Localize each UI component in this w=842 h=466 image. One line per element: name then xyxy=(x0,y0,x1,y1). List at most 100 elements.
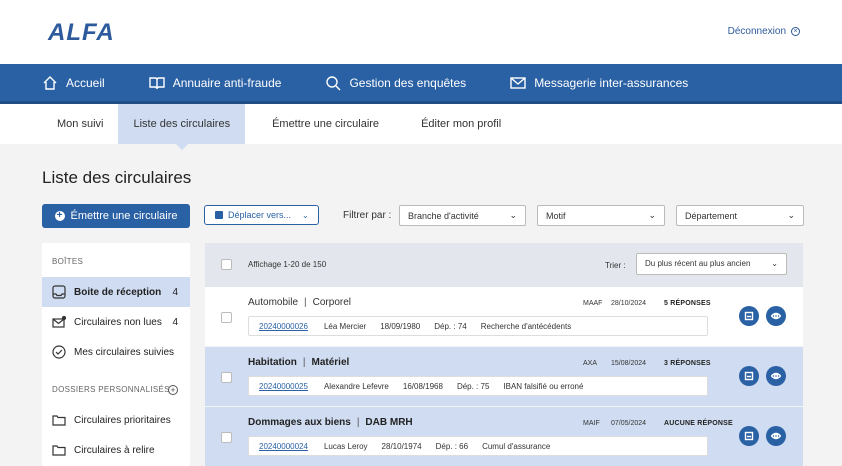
tab-editer-profil[interactable]: Éditer mon profil xyxy=(406,104,516,144)
view-button[interactable] xyxy=(766,366,786,386)
sidebar-item-inbox[interactable]: Boite de réception 4 xyxy=(42,277,190,307)
unread-mail-icon xyxy=(52,315,66,328)
archive-button[interactable] xyxy=(739,426,759,446)
row-subcategory: DAB MRH xyxy=(365,417,413,428)
chevron-down-icon: ⌄ xyxy=(648,210,656,220)
table-row[interactable]: Dommages aux biens | DAB MRH MAIF 07/05/202… xyxy=(205,407,803,466)
row-date: 07/05/2024 xyxy=(611,420,647,427)
header: ALFA Déconnexion × xyxy=(0,0,842,64)
nav-item-accueil[interactable]: Accueil xyxy=(42,75,105,91)
row-checkbox[interactable] xyxy=(221,312,232,323)
chevron-down-icon: ⌄ xyxy=(771,259,778,268)
archive-icon xyxy=(215,211,223,219)
table-row[interactable]: Habitation | Matériel AXA 15/08/2024 3 RÉPO… xyxy=(205,347,803,406)
archive-icon xyxy=(744,371,754,381)
book-icon xyxy=(148,76,165,89)
row-date: 15/08/2024 xyxy=(611,360,647,367)
eye-icon xyxy=(771,432,781,440)
tab-liste-circulaires[interactable]: Liste des circulaires xyxy=(118,104,246,150)
sort-value: Du plus récent au plus ancien xyxy=(645,259,751,268)
row-checkbox[interactable] xyxy=(221,372,232,383)
row-category: Dommages aux biens xyxy=(248,417,351,428)
filter-departement-select[interactable]: Département ⌄ xyxy=(676,205,804,226)
mail-icon xyxy=(510,76,526,89)
inbox-icon xyxy=(52,285,66,299)
alfa-logo[interactable]: ALFA xyxy=(48,19,115,47)
nav-item-enquetes[interactable]: Gestion des enquêtes xyxy=(325,75,466,91)
nav-item-annuaire[interactable]: Annuaire anti-fraude xyxy=(148,75,281,91)
row-responses: 5 RÉPONSES xyxy=(664,300,711,307)
row-responses: 3 RÉPONSES xyxy=(664,360,711,367)
tab-emettre-circulaire[interactable]: Émettre une circulaire xyxy=(257,104,394,144)
nav-label: Messagerie inter-assurances xyxy=(534,75,689,90)
row-responses: AUCUNE RÉPONSE xyxy=(664,420,733,427)
row-date: 28/10/2024 xyxy=(611,300,647,307)
view-button[interactable] xyxy=(766,426,786,446)
nav-label: Accueil xyxy=(66,75,105,90)
sidebar-item-unread[interactable]: Circulaires non lues 4 xyxy=(42,307,190,337)
row-detail: 20240000025 Alexandre Lefevre 16/08/1968… xyxy=(248,376,708,396)
page-title: Liste des circulaires xyxy=(42,168,192,187)
main-nav: Accueil Annuaire anti-fraude Gestion des… xyxy=(0,64,842,104)
view-button[interactable] xyxy=(766,306,786,326)
row-reference-link[interactable]: 20240000024 xyxy=(259,442,308,451)
sort-label: Trier : xyxy=(605,261,626,270)
table-row[interactable]: Automobile | Corporel MAAF 28/10/2024 5 RÉP… xyxy=(205,287,803,346)
home-icon xyxy=(43,75,57,90)
row-reference-link[interactable]: 20240000026 xyxy=(259,322,308,331)
row-title: Dommages aux biens | DAB MRH xyxy=(248,417,413,428)
folder-icon xyxy=(52,415,66,426)
count-badge: 4 xyxy=(172,286,178,298)
sort-select[interactable]: Du plus récent au plus ancien ⌄ xyxy=(636,253,787,275)
archive-button[interactable] xyxy=(739,306,759,326)
move-label: Déplacer vers... xyxy=(228,210,292,220)
row-insurer: MAAF xyxy=(583,300,603,307)
row-reference-link[interactable]: 20240000025 xyxy=(259,382,308,391)
sidebar-item-followed[interactable]: Mes circulaires suivies xyxy=(42,337,190,367)
sidebar-item-label: Mes circulaires suivies xyxy=(74,346,175,358)
filter-label: Filtrer par : xyxy=(343,210,392,221)
chevron-down-icon: ⌄ xyxy=(302,210,309,220)
add-folder-icon[interactable]: + xyxy=(168,385,178,395)
logout-link[interactable]: Déconnexion × xyxy=(728,26,800,37)
emit-label: Émettre une circulaire xyxy=(70,210,178,222)
row-dept: Dép. : 75 xyxy=(456,381,490,391)
sidebar-item-label: Circulaires à relire xyxy=(74,444,155,456)
row-insurer: MAIF xyxy=(583,420,600,427)
row-reason: IBAN falsifié ou erroné xyxy=(503,381,584,391)
filter-motif-select[interactable]: Motif ⌄ xyxy=(537,205,665,226)
row-checkbox[interactable] xyxy=(221,432,232,443)
row-birthdate: 16/08/1968 xyxy=(402,381,443,391)
logout-label: Déconnexion xyxy=(727,26,786,37)
sidebar-item-reread[interactable]: Circulaires à relire xyxy=(42,435,190,465)
nav-item-messagerie[interactable]: Messagerie inter-assurances xyxy=(510,75,688,91)
boxes-header: BOÎTES xyxy=(52,257,84,266)
chevron-down-icon: ⌄ xyxy=(509,210,517,220)
folder-icon xyxy=(52,445,66,456)
archive-button[interactable] xyxy=(739,366,759,386)
plus-icon: + xyxy=(54,211,65,221)
row-category: Automobile xyxy=(248,297,299,308)
row-name: Lucas Leroy xyxy=(323,441,368,451)
row-title: Automobile | Corporel xyxy=(248,297,351,308)
eye-icon xyxy=(771,372,781,380)
filter-value: Branche d'activité xyxy=(408,210,479,221)
sidebar-item-priority[interactable]: Circulaires prioritaires xyxy=(42,405,190,435)
pagination-info: Affichage 1-20 de 150 xyxy=(248,260,327,269)
row-subcategory: Matériel xyxy=(311,357,350,368)
row-insurer: AXA xyxy=(583,360,598,367)
row-birthdate: 28/10/1974 xyxy=(381,441,422,451)
sub-nav: Mon suivi Liste des circulaires Émettre … xyxy=(0,104,842,150)
filter-branche-select[interactable]: Branche d'activité ⌄ xyxy=(399,205,526,226)
sidebar: BOÎTES Boite de réception 4 Circulaires … xyxy=(42,243,190,466)
tab-mon-suivi[interactable]: Mon suivi xyxy=(42,104,118,144)
sidebar-item-label: Circulaires prioritaires xyxy=(74,414,171,426)
emit-circular-button[interactable]: + Émettre une circulaire xyxy=(42,204,190,228)
check-circle-icon xyxy=(52,345,66,359)
row-name: Léa Mercier xyxy=(323,321,367,331)
select-all-checkbox[interactable] xyxy=(221,259,232,270)
folders-header-row: DOSSIERS PERSONNALISÉS + xyxy=(42,381,190,399)
move-to-dropdown[interactable]: Déplacer vers... ⌄ xyxy=(204,205,319,225)
row-dept: Dép. : 74 xyxy=(434,321,467,331)
sidebar-item-label: Boite de réception xyxy=(74,286,162,298)
